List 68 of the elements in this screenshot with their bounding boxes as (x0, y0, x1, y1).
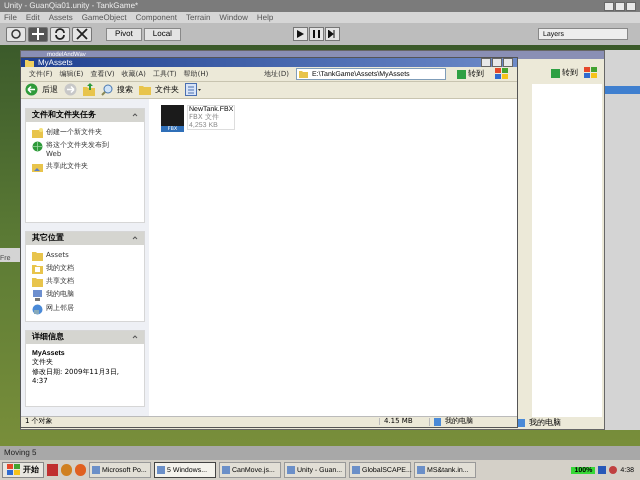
go-button[interactable]: 转到 (453, 68, 488, 81)
new-folder-icon (32, 128, 43, 138)
up-folder-icon[interactable] (83, 83, 95, 96)
step-button[interactable] (324, 27, 340, 41)
status-text: Moving 5 (4, 449, 36, 457)
close-button[interactable] (503, 58, 513, 68)
window-title: Unity - GuanQia01.unity - TankGame* (4, 2, 138, 10)
menu-item[interactable]: File (4, 14, 17, 22)
menu-item[interactable]: Window (219, 14, 248, 22)
view-menu-icon[interactable] (185, 83, 201, 96)
tool-button[interactable] (28, 26, 48, 42)
windows-logo-icon (584, 67, 598, 79)
folder-icon (32, 276, 43, 287)
shared-folder-icon (32, 162, 43, 172)
panel-title[interactable]: 其它位置 (32, 234, 64, 242)
step-icon (328, 30, 336, 38)
minimize-button[interactable] (481, 58, 491, 68)
collapse-icon[interactable] (132, 334, 138, 340)
move-icon (32, 28, 44, 40)
hand-icon (10, 28, 22, 40)
status-zone: 我的电脑 (529, 419, 562, 427)
scale-icon (76, 28, 88, 40)
menu-item[interactable]: Help (256, 14, 274, 22)
menu-item[interactable]: Assets (48, 14, 73, 22)
app-icon (157, 466, 165, 474)
documents-folder-icon (32, 264, 43, 274)
pause-button[interactable] (308, 27, 324, 41)
window-title: MyAssets (38, 58, 73, 67)
collapse-icon[interactable] (132, 112, 138, 118)
menu-item[interactable]: GameObject (82, 14, 127, 22)
local-button[interactable]: Local (144, 28, 181, 40)
tool-button[interactable] (6, 26, 26, 42)
folders-button[interactable]: 文件夹 (139, 84, 179, 95)
menu-item[interactable]: Terrain (186, 14, 210, 22)
app-icon (222, 466, 230, 474)
folder-icon (32, 250, 43, 261)
back-arrow-icon (25, 83, 38, 96)
play-button[interactable] (292, 27, 308, 41)
app-icon (92, 466, 100, 474)
start-button[interactable]: 开始 (2, 462, 44, 478)
app-icon (417, 466, 425, 474)
go-button[interactable]: 转到 (562, 69, 578, 77)
tool-button[interactable] (72, 26, 92, 42)
menu-item[interactable]: Edit (26, 14, 40, 22)
play-icon (296, 30, 304, 38)
app-icon (352, 466, 360, 474)
minimize-button[interactable] (604, 2, 614, 10)
pause-icon (312, 30, 320, 38)
maximize-button[interactable] (492, 58, 502, 68)
close-button[interactable] (626, 2, 636, 10)
collapse-icon[interactable] (132, 235, 138, 242)
selected-row (605, 86, 640, 94)
app-icon (287, 466, 295, 474)
menu-item[interactable]: Component (136, 14, 177, 22)
maximize-button[interactable] (615, 2, 625, 10)
network-icon (32, 304, 43, 315)
windows-logo-icon (7, 464, 21, 476)
folder-icon (299, 70, 308, 78)
panel-title[interactable]: 详细信息 (32, 333, 64, 342)
search-icon (101, 84, 113, 96)
windows-logo-icon (495, 68, 509, 80)
search-button[interactable]: 搜索 (101, 84, 133, 96)
folder-icon (139, 84, 151, 95)
globe-icon (32, 140, 43, 152)
tool-button[interactable] (50, 26, 70, 42)
pivot-button[interactable]: Pivot (106, 28, 142, 40)
rotate-icon (54, 28, 66, 40)
back-button[interactable]: 后退 (25, 83, 58, 96)
